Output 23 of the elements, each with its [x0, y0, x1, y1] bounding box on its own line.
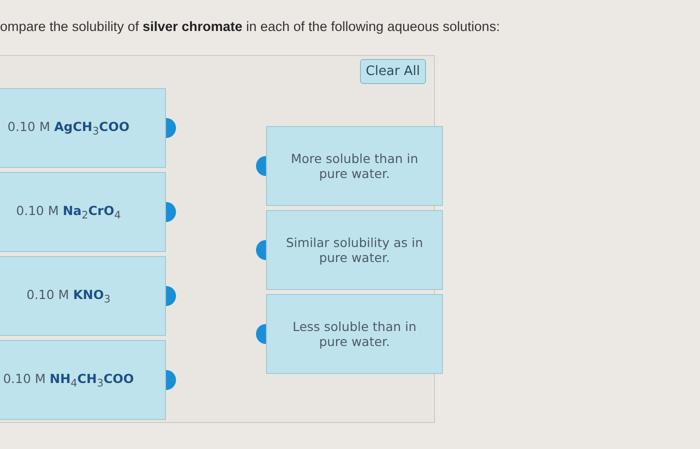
solution-card[interactable]: 0.10 M KNO$_{3}$ [0, 256, 166, 336]
answer-label: Less soluble than in pure water. [292, 319, 418, 349]
connector-handle[interactable] [166, 370, 176, 390]
answer-label: Similar solubility as in pure water. [284, 235, 424, 265]
answer-label: More soluble than in pure water. [290, 151, 420, 181]
solution-card[interactable]: 0.10 M NH$_{4}$CH$_{3}$COO [0, 340, 166, 420]
answer-card[interactable]: Similar solubility as in pure water. [266, 210, 443, 290]
connector-handle[interactable] [256, 324, 266, 344]
question-text: ompare the solubility of silver chromate in each of the following aqueous solutions: [0, 18, 501, 34]
solution-card[interactable]: 0.10 M AgCH$_{3}$COO [0, 88, 166, 168]
solution-label: 0.10 M Na$_{2}$CrO$_{4}$ [16, 202, 121, 222]
connector-handle[interactable] [166, 286, 176, 306]
solution-label: 0.10 M NH$_{4}$CH$_{3}$COO [3, 370, 134, 390]
connector-handle[interactable] [256, 156, 266, 176]
connector-handle[interactable] [256, 240, 266, 260]
solution-label: 0.10 M AgCH$_{3}$COO [8, 118, 130, 138]
connector-handle[interactable] [166, 202, 176, 222]
answer-card[interactable]: More soluble than in pure water. [266, 126, 443, 206]
answer-card[interactable]: Less soluble than in pure water. [266, 294, 443, 374]
clear-all-button[interactable]: Clear All [360, 59, 426, 84]
connector-handle[interactable] [166, 118, 176, 138]
solution-card[interactable]: 0.10 M Na$_{2}$CrO$_{4}$ [0, 172, 166, 252]
solution-label: 0.10 M KNO$_{3}$ [26, 286, 110, 306]
